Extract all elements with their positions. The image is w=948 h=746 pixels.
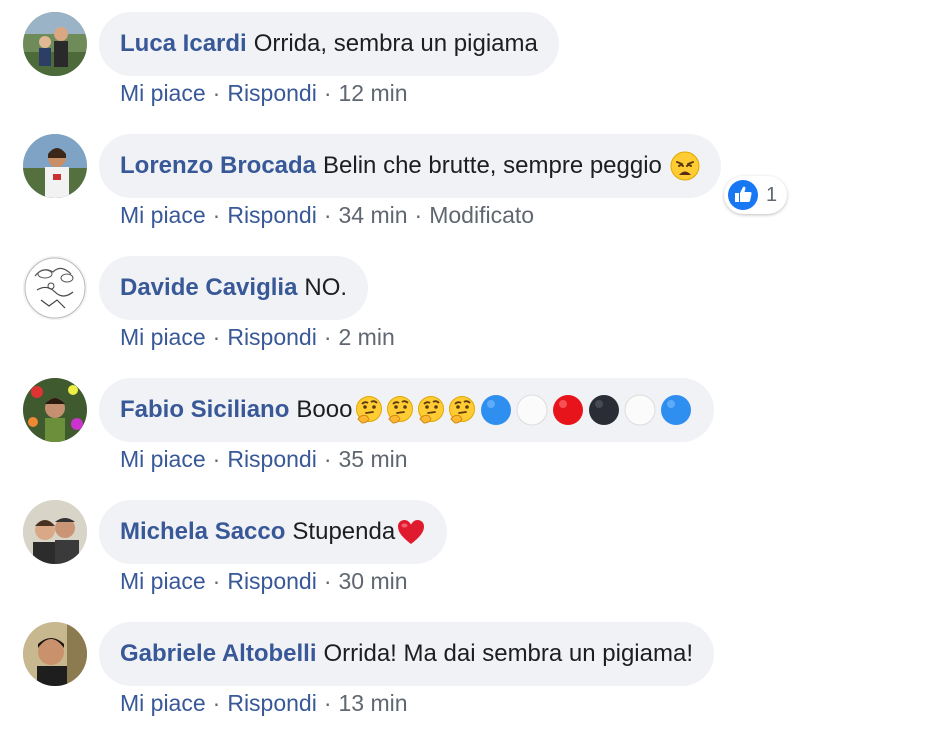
separator: · (212, 446, 221, 472)
thinking-face-icon (416, 395, 446, 425)
comment-item: Lorenzo Brocada Belin che brutte, sempre… (0, 122, 948, 232)
comment-bubble: Fabio Siciliano Booo (99, 378, 715, 442)
comment-time[interactable]: 30 min (339, 568, 408, 594)
comment-author[interactable]: Michela Sacco (120, 518, 285, 546)
comment-actions: Mi piace · Rispondi · 12 min (120, 80, 408, 107)
separator: · (323, 80, 332, 106)
thinking-face-icon (447, 395, 477, 425)
comment-text: Orrida! Ma dai sembra un pigiama! (323, 640, 694, 667)
reaction-summary[interactable]: 1 (724, 176, 788, 214)
weary-face-icon (670, 151, 700, 181)
like-icon (728, 180, 758, 210)
avatar[interactable] (23, 256, 87, 320)
thinking-face-icon (385, 395, 415, 425)
comment-actions: Mi piace · Rispondi · 34 min · Modificato (120, 202, 534, 229)
comment-bubble: Michela Sacco Stupenda (99, 500, 448, 564)
comment-author[interactable]: Davide Caviglia (120, 274, 297, 302)
comment-bubble: Lorenzo Brocada Belin che brutte, sempre… (99, 134, 721, 198)
comment-text: Belin che brutte, sempre peggio (323, 152, 662, 179)
separator: · (212, 690, 221, 716)
thinking-face-icon (354, 395, 384, 425)
separator: · (212, 568, 221, 594)
comment-author[interactable]: Lorenzo Brocada (120, 152, 316, 180)
comment-author[interactable]: Fabio Siciliano (120, 396, 289, 424)
separator: · (323, 202, 332, 228)
blue-circle-icon (479, 393, 513, 427)
comment-time[interactable]: 2 min (339, 324, 395, 350)
reply-link[interactable]: Rispondi (227, 80, 317, 106)
separator: · (323, 690, 332, 716)
separator: · (212, 80, 221, 106)
like-link[interactable]: Mi piace (120, 202, 206, 228)
reply-link[interactable]: Rispondi (227, 568, 317, 594)
comment-actions: Mi piace · Rispondi · 13 min (120, 690, 408, 717)
comment-item: Fabio Siciliano Booo Mi piace · Rispondi… (0, 366, 948, 476)
red-circle-icon (551, 393, 585, 427)
comment-actions: Mi piace · Rispondi · 30 min (120, 568, 408, 595)
comment-item: Michela Sacco Stupenda Mi piace · Rispondi… (0, 488, 948, 598)
white-circle-icon (623, 393, 657, 427)
edited-label[interactable]: Modificato (429, 202, 534, 228)
like-link[interactable]: Mi piace (120, 446, 206, 472)
comment-author[interactable]: Luca Icardi (120, 30, 247, 58)
comment-text: Orrida, sembra un pigiama (253, 30, 538, 57)
black-circle-icon (587, 393, 621, 427)
comment-text: Booo (296, 396, 353, 423)
comment-bubble: Gabriele Altobelli Orrida! Ma dai sembra… (99, 622, 714, 686)
comment-time[interactable]: 35 min (339, 446, 408, 472)
separator: · (212, 324, 221, 350)
separator: · (323, 324, 332, 350)
white-circle-icon (515, 393, 549, 427)
separator: · (414, 202, 423, 228)
avatar[interactable] (23, 500, 87, 564)
avatar[interactable] (23, 12, 87, 76)
comment-bubble: Luca Icardi Orrida, sembra un pigiama (99, 12, 559, 76)
avatar[interactable] (23, 134, 87, 198)
like-link[interactable]: Mi piace (120, 690, 206, 716)
reply-link[interactable]: Rispondi (227, 446, 317, 472)
red-heart-icon (396, 517, 426, 547)
comment-item: Davide Caviglia NO. Mi piace · Rispondi · 2 … (0, 244, 948, 354)
comment-author[interactable]: Gabriele Altobelli (120, 640, 317, 668)
like-link[interactable]: Mi piace (120, 80, 206, 106)
comment-text: NO. (304, 274, 348, 301)
comment-time[interactable]: 34 min (339, 202, 408, 228)
separator: · (323, 446, 332, 472)
blue-circle-icon (659, 393, 693, 427)
comment-actions: Mi piace · Rispondi · 2 min (120, 324, 395, 351)
like-link[interactable]: Mi piace (120, 568, 206, 594)
reply-link[interactable]: Rispondi (227, 202, 317, 228)
reaction-count: 1 (766, 183, 778, 206)
comment-bubble: Davide Caviglia NO. (99, 256, 369, 320)
comment-time[interactable]: 12 min (339, 80, 408, 106)
reply-link[interactable]: Rispondi (227, 690, 317, 716)
reply-link[interactable]: Rispondi (227, 324, 317, 350)
like-link[interactable]: Mi piace (120, 324, 206, 350)
comment-actions: Mi piace · Rispondi · 35 min (120, 446, 408, 473)
comment-item: Luca Icardi Orrida, sembra un pigiama Mi… (0, 0, 948, 110)
comment-list: Luca Icardi Orrida, sembra un pigiama Mi… (0, 0, 948, 746)
comment-item: Gabriele Altobelli Orrida! Ma dai sembra… (0, 610, 948, 720)
comment-time[interactable]: 13 min (339, 690, 408, 716)
avatar[interactable] (23, 378, 87, 442)
separator: · (212, 202, 221, 228)
separator: · (323, 568, 332, 594)
comment-text: Stupenda (292, 518, 396, 545)
avatar[interactable] (23, 622, 87, 686)
